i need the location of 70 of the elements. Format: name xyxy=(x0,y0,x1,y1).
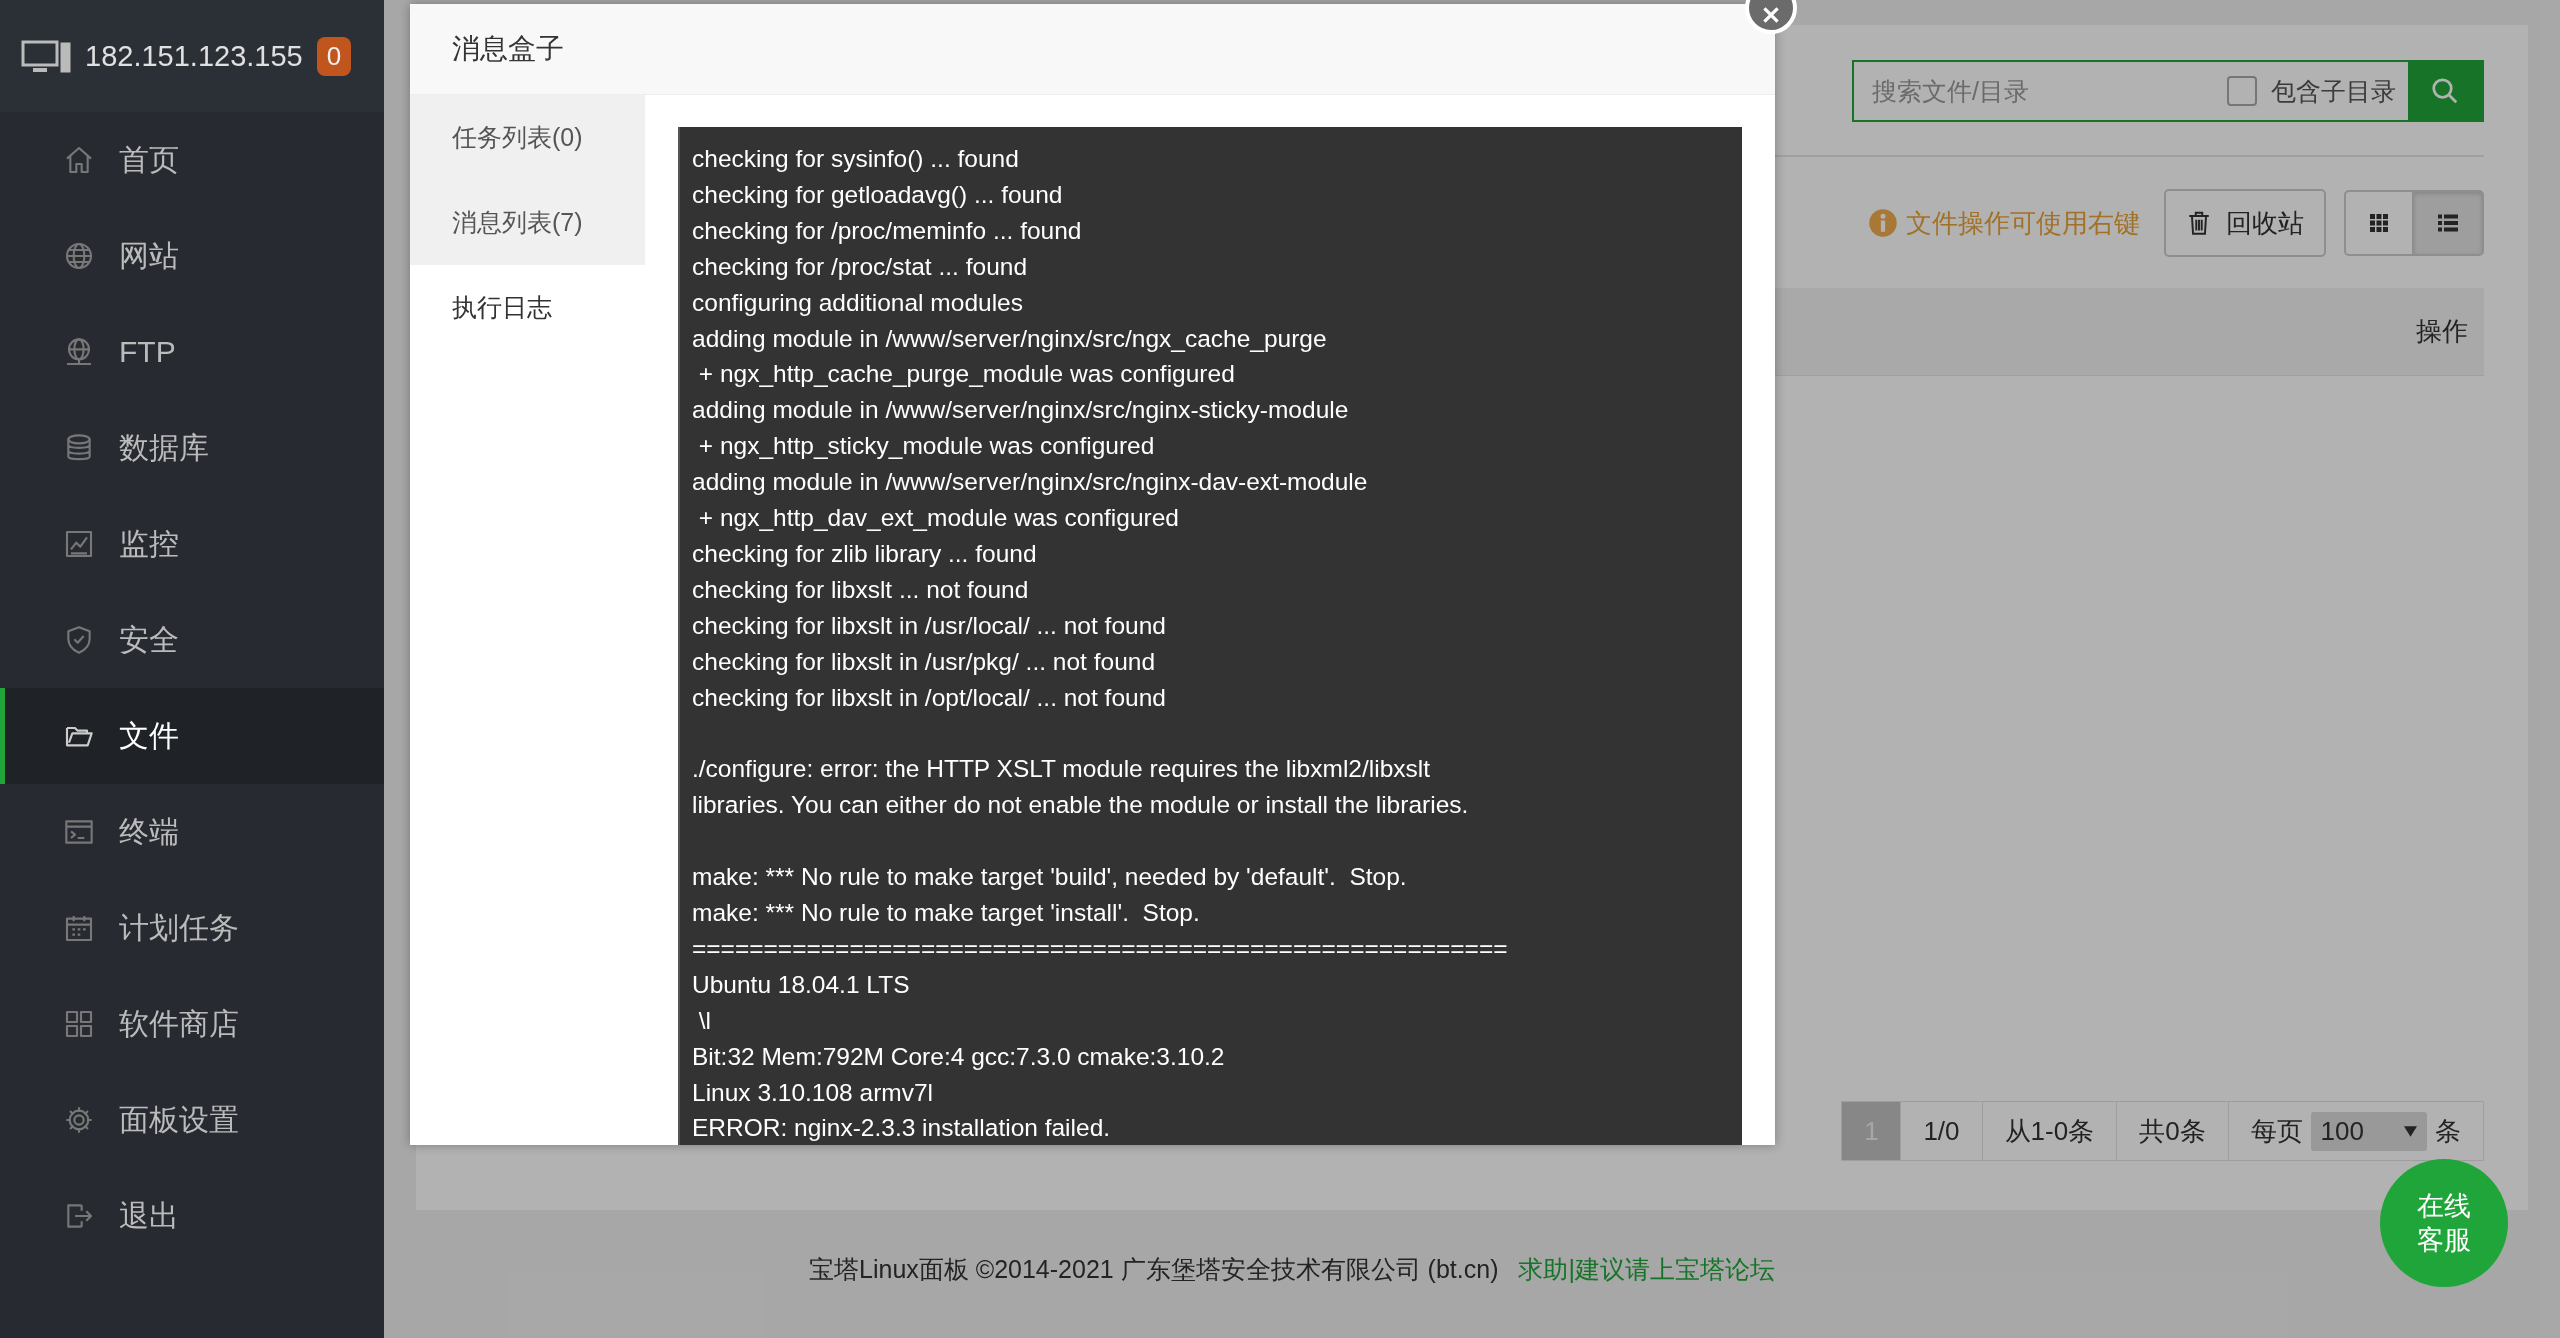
sidebar-item[interactable]: 退出 xyxy=(0,1168,384,1264)
search-icon xyxy=(2430,76,2460,106)
grid-icon xyxy=(2367,211,2391,235)
record-total: 共0条 xyxy=(2117,1101,2229,1161)
log-line: checking for libxslt in /usr/local/ ... not found xyxy=(692,610,1167,641)
dialog-tab[interactable]: 任务列表(0) xyxy=(410,95,645,180)
dialog-title: 消息盒子 xyxy=(410,4,1775,95)
column-header: 操作 xyxy=(2416,315,2468,348)
copyright-text: 宝塔Linux面板 ©2014-2021 广东堡塔安全技术有限公司 (bt.cn) xyxy=(809,1253,1499,1285)
log-line: Bit:32 Mem:792M Core:4 gcc:7.3.0 cmake:3.10.2 xyxy=(692,1041,1226,1072)
log-line: checking for sysinfo() ... found xyxy=(692,144,1020,174)
info-icon xyxy=(1868,208,1898,238)
settings-icon xyxy=(63,1104,95,1136)
log-line: ========================================================= xyxy=(692,933,1509,964)
grid-icon xyxy=(63,1008,95,1040)
log-line: checking for libxslt ... not found xyxy=(692,574,1030,605)
sidebar-item[interactable]: FTP xyxy=(0,304,384,400)
log-line: ./configure: error: the HTTP XSLT module requires the libxml2/libxslt xyxy=(692,754,1432,785)
log-line: + ngx_http_sticky_module was configured xyxy=(697,431,1156,462)
log-line: adding module in /www/server/nginx/src/ngx_cache_purge xyxy=(692,323,1328,354)
log-line: ERROR: nginx-2.3.3 installation failed. xyxy=(692,1113,1112,1144)
sidebar-item[interactable]: 面板设置 xyxy=(0,1072,384,1168)
log-line: checking for zlib library ... found xyxy=(692,538,1038,569)
log-line: + ngx_http_dav_ext_module was configured xyxy=(697,503,1180,534)
log-line: Linux 3.10.108 armv7l xyxy=(692,1077,935,1108)
log-line: checking for libxslt in /usr/pkg/ ... not found xyxy=(692,646,1156,677)
log-line: \l xyxy=(697,1005,713,1036)
per-page-unit: 条 xyxy=(2435,1114,2461,1148)
view-toggle[interactable] xyxy=(2414,190,2484,256)
sidebar-item[interactable]: 数据库 xyxy=(0,400,384,496)
globe-icon xyxy=(63,240,95,272)
monitor-icon xyxy=(21,39,71,73)
log-line: checking for getloadavg() ... found xyxy=(692,179,1064,210)
log-line: Ubuntu 18.04.1 LTS xyxy=(692,969,911,1000)
checkbox[interactable] xyxy=(2227,76,2257,106)
sidebar-item[interactable]: 文件 xyxy=(0,688,384,784)
log-line: + ngx_http_cache_purge_module was configured xyxy=(697,359,1236,390)
view-toggle[interactable] xyxy=(2344,190,2414,256)
log-line: adding module in /www/server/nginx/src/nginx-sticky-module xyxy=(692,395,1350,426)
recycle-bin-button[interactable]: 回收站 xyxy=(2164,189,2326,257)
dialog-tab[interactable]: 消息列表(7) xyxy=(410,180,645,265)
search-field[interactable]: 搜索文件/目录 xyxy=(1854,62,2227,120)
notification-badge[interactable]: 0 xyxy=(316,36,352,76)
chart-icon xyxy=(63,528,95,560)
sidebar-item[interactable]: 网站 xyxy=(0,208,384,304)
record-range: 从1-0条 xyxy=(1982,1101,2118,1161)
hint-text: 文件操作可使用右键 xyxy=(1906,206,2140,240)
log-line: make: *** No rule to make target 'build', needed by 'default'. Stop. xyxy=(692,862,1408,893)
page-count: 1/0 xyxy=(1901,1101,1983,1161)
search-button[interactable] xyxy=(2408,62,2482,120)
log-line: adding module in /www/server/nginx/src/nginx-dav-ext-module xyxy=(692,467,1369,498)
sidebar-item[interactable]: 安全 xyxy=(0,592,384,688)
log-line: libraries. You can either do not enable the module or install the libraries. xyxy=(692,790,1470,821)
search-bar[interactable]: 搜索文件/目录 包含子目录 xyxy=(1852,60,2484,122)
per-page-label: 每页 xyxy=(2250,1114,2303,1148)
log-line: configuring additional modules xyxy=(692,287,1024,318)
server-address: 182.151.123.155 xyxy=(85,39,303,73)
sidebar-item[interactable]: 监控 xyxy=(0,496,384,592)
sidebar-item[interactable]: 计划任务 xyxy=(0,880,384,976)
per-page-select[interactable]: 100 xyxy=(2310,1111,2427,1151)
log-line: checking for /proc/stat ... found xyxy=(692,251,1028,282)
log-line: checking for /proc/meminfo ... found xyxy=(692,215,1083,246)
sidebar-item[interactable]: 终端 xyxy=(0,784,384,880)
sidebar-item[interactable]: 首页 xyxy=(0,112,384,208)
close-icon xyxy=(1760,4,1782,26)
sidebar-item[interactable]: 软件商店 xyxy=(0,976,384,1072)
caret-icon xyxy=(2404,1125,2417,1137)
log-line: checking for libxslt in /opt/local/ ... not found xyxy=(692,682,1167,713)
checkbox-label: 包含子目录 xyxy=(2271,75,2396,107)
log-line: make: *** No rule to make target 'install'. Stop. xyxy=(692,898,1201,928)
